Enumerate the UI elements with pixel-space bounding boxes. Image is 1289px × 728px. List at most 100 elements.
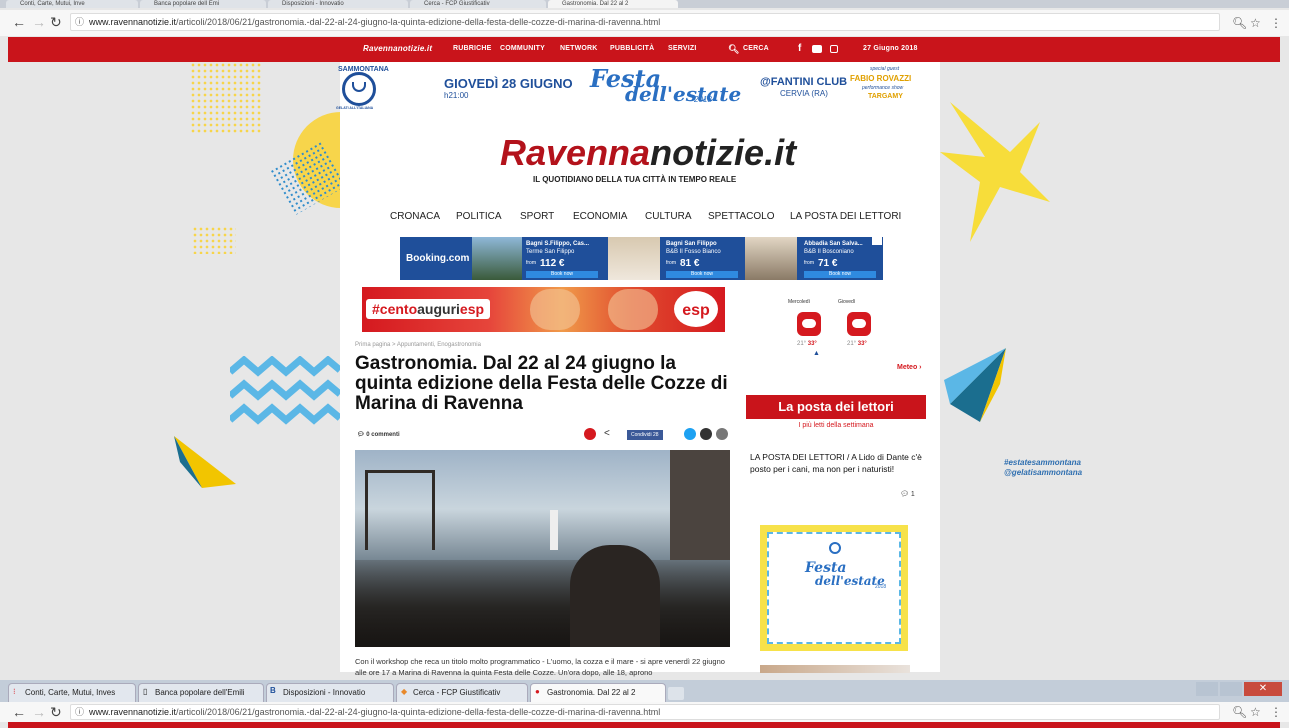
nav-rubriche[interactable]: RUBRICHE (453, 45, 492, 52)
twitter-icon[interactable] (684, 428, 696, 440)
banner-estate: dell'estate (625, 82, 742, 106)
menu-politica[interactable]: POLITICA (456, 211, 502, 222)
tab-cerca[interactable]: ◆ Cerca - FCP Giustificativ (396, 683, 528, 702)
facebook-share-button[interactable]: Condividi 28 (627, 430, 663, 440)
back-icon[interactable]: ← (12, 704, 26, 720)
hotel-photo-2 (608, 237, 660, 280)
tab-banca[interactable]: Banca popolare dell Emi (140, 0, 266, 8)
url-field[interactable]: ⓘ www.ravennanotizie.it/articoli/2018/06… (70, 704, 1220, 720)
caret-up-icon[interactable]: ▲ (813, 350, 820, 357)
minimize-button[interactable] (1196, 682, 1218, 696)
banner-year: 2018 (694, 95, 712, 104)
share-icon[interactable]: < (604, 428, 610, 439)
tab-site-icon: ● (535, 687, 540, 696)
tab-conti[interactable]: ⁝ Conti, Carte, Mutui, Inves (8, 683, 136, 702)
banner-venue: @FANTINI CLUB (760, 76, 848, 88)
nav-servizi[interactable]: SERVIZI (668, 45, 697, 52)
festa-estate-banner[interactable]: SAMMONTANA GELATI ALL'ITALIANA GIOVEDÌ 2… (336, 62, 940, 114)
sidebar-posta-header[interactable]: La posta dei lettori (746, 395, 926, 419)
print-icon[interactable] (584, 428, 596, 440)
tab-gastronomia[interactable]: Gastronomia. Dal 22 al 2 (548, 0, 678, 8)
tab-conti[interactable]: Conti, Carte, Mutui, Inve (6, 0, 138, 8)
tab-page-icon: ▯ (143, 687, 148, 696)
sidebar-post-link[interactable]: LA POSTA DEI LETTORI / A Lido di Dante c… (750, 451, 925, 475)
url-field[interactable]: ⓘ www.ravennanotizie.it/articoli/2018/06… (70, 13, 1220, 31)
nav-pubblicita[interactable]: PUBBLICITÀ (610, 45, 654, 52)
tab-cerca[interactable]: Cerca - FCP Giustificativ (410, 0, 546, 8)
breadcrumb[interactable]: Prima pagina > Appuntamenti, Enogastrono… (355, 342, 481, 348)
esp-ad[interactable]: #centoauguriesp esp (362, 287, 725, 332)
comment-count[interactable]: 💬︎ 0 commenti (357, 431, 400, 438)
more-icon[interactable] (716, 428, 728, 440)
maximize-button[interactable] (1220, 682, 1242, 696)
sidebar-next-ad[interactable] (760, 665, 910, 673)
meteo-link[interactable]: Meteo › (897, 364, 922, 371)
book-now-button-2[interactable]: Book now (666, 271, 738, 278)
info-icon[interactable]: ⓘ (75, 705, 84, 719)
waves-icon (227, 355, 343, 425)
adchoices-icon[interactable] (872, 237, 882, 245)
blue-waves-decoration (227, 355, 343, 428)
comment-icon: 💬︎ (357, 432, 365, 438)
sidebar-festa-ad[interactable]: Festa dell'estate 2018 (760, 525, 908, 651)
menu-kebab-icon[interactable]: ⋮ (1270, 705, 1282, 719)
menu-sport[interactable]: SPORT (520, 211, 554, 222)
sammontana-logo: SAMMONTANA GELATI ALL'ITALIANA (336, 66, 389, 110)
booking-logo: Booking.com (406, 253, 470, 264)
booking-ad[interactable]: Booking.com Bagni S.Filippo, Cas... Term… (400, 237, 883, 280)
zoom-icon[interactable]: 🔍︎ (1232, 705, 1247, 719)
search-icon[interactable]: 🔍︎ (728, 44, 740, 55)
tab-disposizioni[interactable]: B Disposizioni - Innovatio (266, 683, 394, 702)
back-icon[interactable]: ← (12, 14, 26, 30)
hotel-photo-1 (472, 237, 522, 280)
book-now-button-3[interactable]: Book now (804, 271, 876, 278)
nav-network[interactable]: NETWORK (560, 45, 598, 52)
instagram-icon[interactable] (830, 45, 838, 53)
menu-economia[interactable]: ECONOMIA (573, 211, 627, 222)
banner-date: GIOVEDÌ 28 GIUGNO (444, 76, 573, 91)
close-icon[interactable]: ✕ (1244, 682, 1282, 696)
site-logo[interactable]: Ravennanotizie.it (500, 132, 796, 174)
article-body: Con il workshop che reca un titolo molto… (355, 657, 725, 677)
tab-gastronomia[interactable]: ● Gastronomia. Dal 22 al 2 (530, 683, 666, 702)
menu-cronaca[interactable]: CRONACA (390, 211, 440, 222)
nav-community[interactable]: COMMUNITY (500, 45, 545, 52)
article-photo[interactable] (355, 450, 730, 647)
leaf-decoration-left (172, 432, 240, 490)
weather-cloud-icon[interactable] (847, 312, 871, 336)
reload-icon[interactable]: ↻ (50, 14, 62, 30)
bookmark-star-icon[interactable]: ☆ (1250, 16, 1261, 30)
book-now-button-1[interactable]: Book now (526, 271, 598, 278)
comment-icon: 💬︎ (900, 491, 909, 498)
banner-performer: TARGAMY (868, 93, 903, 100)
tab-banca[interactable]: ▯ Banca popolare dell'Emili (138, 683, 264, 702)
lighthouse-shape (550, 510, 558, 550)
main-menu: CRONACA POLITICA SPORT ECONOMIA CULTURA … (390, 211, 910, 225)
forward-icon[interactable]: → (32, 704, 46, 720)
top-address-bar: ← → ↻ ⓘ www.ravennanotizie.it/articoli/2… (0, 10, 1289, 36)
sammontana-small-icon (829, 542, 841, 554)
nav-search[interactable]: CERCA (743, 45, 769, 52)
bookmark-star-icon[interactable]: ☆ (1250, 705, 1261, 719)
info-icon[interactable]: ⓘ (75, 14, 84, 30)
weather-cloud-icon[interactable] (797, 312, 821, 336)
tab-cerca-icon: ◆ (401, 687, 408, 696)
article-title: Gastronomia. Dal 22 al 24 giugno la quin… (355, 353, 728, 414)
site-top-nav: Ravennanotizie.it RUBRICHE COMMUNITY NET… (8, 37, 1280, 62)
menu-spettacolo[interactable]: SPETTACOLO (708, 211, 775, 222)
forward-icon[interactable]: → (32, 14, 46, 30)
reload-icon[interactable]: ↻ (50, 704, 62, 720)
youtube-icon[interactable] (812, 45, 822, 53)
sidebar-post-comments[interactable]: 💬︎ 1 (900, 490, 915, 498)
menu-kebab-icon[interactable]: ⋮ (1270, 16, 1282, 30)
structure-shape (670, 450, 730, 560)
facebook-icon[interactable]: f (798, 43, 802, 54)
site-brand-link[interactable]: Ravennanotizie.it (363, 44, 432, 53)
tab-disposizioni[interactable]: Disposizioni - Innovatio (268, 0, 408, 8)
zoom-icon[interactable]: 🔍︎ (1232, 16, 1247, 30)
new-tab-button[interactable] (668, 687, 684, 700)
email-icon[interactable] (700, 428, 712, 440)
menu-cultura[interactable]: CULTURA (645, 211, 691, 222)
banner-venue-city: CERVIA (RA) (780, 89, 828, 98)
menu-posta-lettori[interactable]: LA POSTA DEI LETTORI (790, 211, 901, 222)
